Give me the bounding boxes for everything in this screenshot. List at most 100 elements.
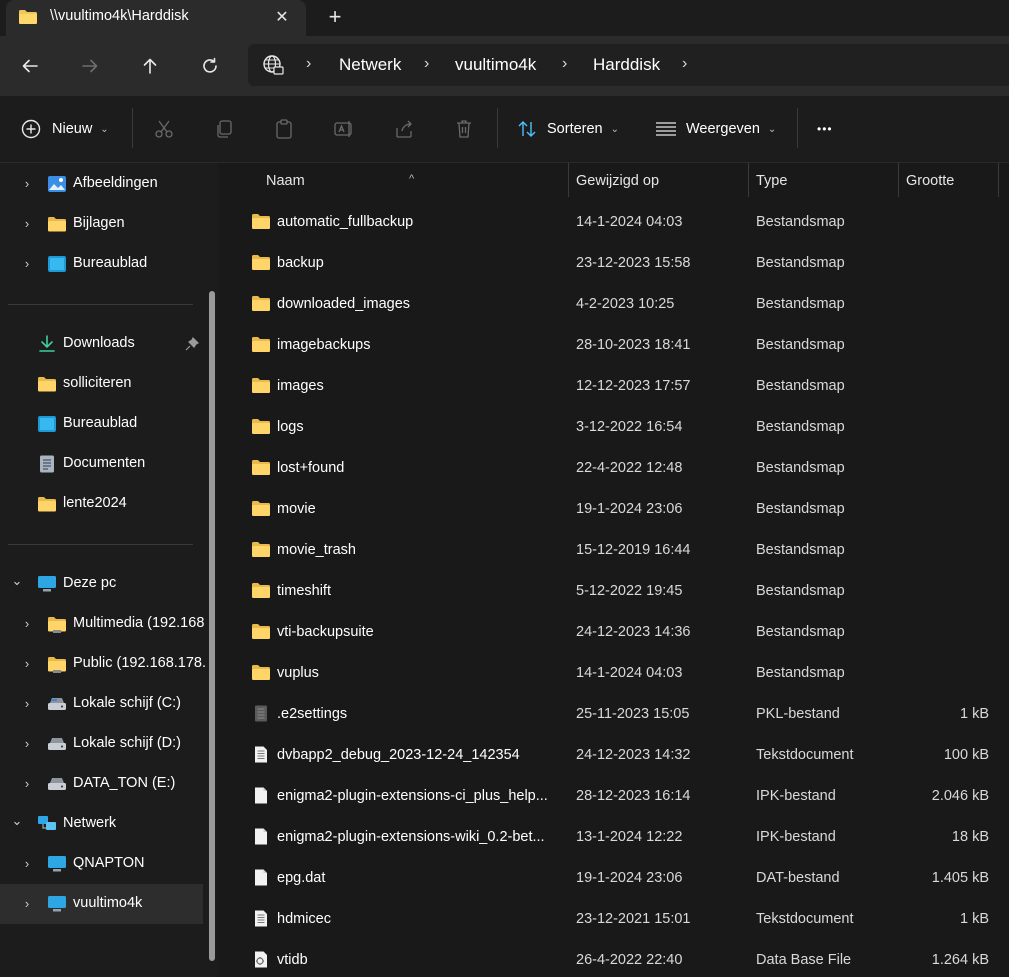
chevron-right-icon[interactable]: › (21, 776, 33, 792)
file-modified: 28-12-2023 16:14 (576, 788, 691, 804)
file-modified: 13-1-2024 12:22 (576, 829, 683, 845)
column-header-type[interactable]: Type (749, 163, 898, 197)
close-tab-button[interactable]: ✕ (268, 4, 296, 32)
share-icon[interactable] (393, 118, 415, 140)
chevron-down-icon[interactable]: ⌄ (11, 813, 23, 829)
file-row[interactable]: images 12-12-2023 17:57 Bestandsmap (228, 366, 1009, 407)
back-button[interactable] (14, 50, 46, 82)
refresh-button[interactable] (194, 50, 226, 82)
command-bar: Nieuw ⌄ Sorteren ⌄ Weergeven ⌄ ••• (0, 96, 1009, 163)
new-button[interactable]: Nieuw ⌄ (52, 114, 109, 144)
sidebar-scrollbar[interactable] (209, 291, 215, 961)
sidebar-item-label: Afbeeldingen (73, 175, 158, 191)
sidebar-item-lokale-schijf-c[interactable]: › Lokale schijf (C:) (0, 684, 203, 724)
sidebar-item-lente2024[interactable]: lente2024 (0, 484, 203, 524)
breadcrumb-separator[interactable]: › (682, 55, 687, 73)
file-row[interactable]: .e2settings 25-11-2023 15:05 PKL-bestand 1 … (228, 694, 1009, 735)
sidebar-item-label: Documenten (63, 455, 146, 471)
file-type: Tekstdocument (756, 911, 854, 927)
chevron-right-icon[interactable]: › (21, 256, 33, 272)
file-modified: 24-12-2023 14:32 (576, 747, 691, 763)
breadcrumb-netwerk[interactable]: Netwerk (339, 55, 401, 75)
pin-icon[interactable] (184, 336, 200, 352)
file-name: movie_trash (277, 542, 356, 558)
file-type: Bestandsmap (756, 214, 845, 230)
chevron-right-icon[interactable]: › (21, 656, 33, 672)
file-row[interactable]: vtidb 26-4-2022 22:40 Data Base File 1.264 … (228, 940, 1009, 977)
file-size: 1 kB (959, 706, 989, 722)
file-row[interactable]: vuplus 14-1-2024 04:03 Bestandsmap (228, 653, 1009, 694)
file-row[interactable]: enigma2-plugin-extensions-wiki_0.2-bet..… (228, 817, 1009, 858)
cut-icon[interactable] (153, 118, 175, 140)
rename-icon[interactable] (333, 118, 355, 140)
copy-icon[interactable] (213, 118, 235, 140)
file-row[interactable]: vti-backupsuite 24-12-2023 14:36 Bestandsm… (228, 612, 1009, 653)
file-row[interactable]: lost+found 22-4-2022 12:48 Bestandsmap (228, 448, 1009, 489)
sidebar-item-lokale-schijf-d[interactable]: › Lokale schijf (D:) (0, 724, 203, 764)
new-tab-button[interactable]: + (320, 4, 350, 32)
chevron-down-icon[interactable]: ⌄ (11, 573, 23, 589)
chevron-right-icon[interactable]: › (21, 736, 33, 752)
sidebar-item-bureaublad-quick[interactable]: Bureaublad (0, 404, 203, 444)
chevron-right-icon[interactable]: › (21, 696, 33, 712)
up-button[interactable] (134, 50, 166, 82)
sidebar-item-bureaublad[interactable]: › Bureaublad (0, 244, 203, 284)
file-modified: 14-1-2024 04:03 (576, 214, 683, 230)
file-name: vuplus (277, 665, 319, 681)
sidebar-item-netwerk[interactable]: ⌄ Netwerk (0, 804, 203, 844)
sidebar-item-vuultimo4k[interactable]: › vuultimo4k (0, 884, 203, 924)
paste-icon[interactable] (273, 118, 295, 140)
column-divider[interactable] (998, 163, 999, 197)
file-row[interactable]: movie 19-1-2024 23:06 Bestandsmap (228, 489, 1009, 530)
chevron-right-icon[interactable]: › (21, 856, 33, 872)
sidebar-item-downloads[interactable]: Downloads (0, 324, 203, 364)
breadcrumb-harddisk[interactable]: Harddisk (593, 55, 660, 75)
file-row[interactable]: epg.dat 19-1-2024 23:06 DAT-bestand 1.405 k… (228, 858, 1009, 899)
file-row[interactable]: hdmicec 23-12-2021 15:01 Tekstdocument 1 kB (228, 899, 1009, 940)
file-row[interactable]: automatic_fullbackup 14-1-2024 04:03 Besta… (228, 202, 1009, 243)
address-bar[interactable]: › Netwerk › vuultimo4k › Harddisk › (248, 44, 1009, 86)
sidebar-item-data-ton[interactable]: › DATA_TON (E:) (0, 764, 203, 804)
file-row[interactable]: movie_trash 15-12-2019 16:44 Bestandsmap (228, 530, 1009, 571)
file-size: 18 kB (951, 829, 989, 845)
sidebar-item-deze-pc[interactable]: ⌄ Deze pc (0, 564, 203, 604)
sidebar-item-afbeeldingen[interactable]: › Afbeeldingen (0, 164, 203, 204)
delete-icon[interactable] (453, 118, 475, 140)
sidebar-item-qnapton[interactable]: › QNAPTON (0, 844, 203, 884)
file-row[interactable]: logs 3-12-2022 16:54 Bestandsmap (228, 407, 1009, 448)
file-type: Bestandsmap (756, 501, 845, 517)
breadcrumb-separator[interactable]: › (306, 55, 311, 73)
chevron-right-icon[interactable]: › (21, 616, 33, 632)
breadcrumb-vuultimo4k[interactable]: vuultimo4k (455, 55, 536, 75)
desktop-icon (48, 256, 66, 272)
file-name: downloaded_images (277, 296, 411, 312)
view-button[interactable]: Weergeven ⌄ (686, 114, 776, 144)
chevron-right-icon[interactable]: › (21, 216, 33, 232)
sidebar-item-documenten[interactable]: Documenten (0, 444, 203, 484)
sidebar-item-solliciteren[interactable]: solliciteren (0, 364, 203, 404)
sidebar-item-multimedia[interactable]: › Multimedia (192.168.178. (0, 604, 205, 644)
file-type: DAT-bestand (756, 870, 840, 886)
sidebar-item-label: DATA_TON (E:) (73, 775, 176, 791)
sidebar-item-bijlagen[interactable]: › Bijlagen (0, 204, 203, 244)
file-row[interactable]: downloaded_images 4-2-2023 10:25 Bestandsm… (228, 284, 1009, 325)
window-tab[interactable]: \\vuultimo4k\Harddisk ✕ (6, 0, 306, 36)
column-header-size[interactable]: Grootte (899, 163, 998, 197)
column-header-name[interactable]: Naam ^ (228, 163, 568, 197)
file-row[interactable]: imagebackups 28-10-2023 18:41 Bestandsmap (228, 325, 1009, 366)
chevron-right-icon[interactable]: › (21, 896, 33, 912)
sidebar-item-public[interactable]: › Public (192.168.178. (0, 644, 205, 684)
file-row[interactable]: enigma2-plugin-extensions-ci_plus_help..… (228, 776, 1009, 817)
forward-button[interactable] (74, 50, 106, 82)
sidebar-item-label: Multimedia (192.168.178. (73, 615, 205, 631)
sort-button[interactable]: Sorteren ⌄ (547, 114, 619, 144)
chevron-down-icon: ⌄ (100, 123, 109, 135)
breadcrumb-separator[interactable]: › (562, 55, 567, 73)
file-row[interactable]: backup 23-12-2023 15:58 Bestandsmap (228, 243, 1009, 284)
more-options-button[interactable]: ••• (817, 114, 833, 144)
column-header-modified[interactable]: Gewijzigd op (569, 163, 748, 197)
file-row[interactable]: dvbapp2_debug_2023-12-24_142354 24-12-202… (228, 735, 1009, 776)
chevron-right-icon[interactable]: › (21, 176, 33, 192)
breadcrumb-separator[interactable]: › (424, 55, 429, 73)
file-row[interactable]: timeshift 5-12-2022 19:45 Bestandsmap (228, 571, 1009, 612)
